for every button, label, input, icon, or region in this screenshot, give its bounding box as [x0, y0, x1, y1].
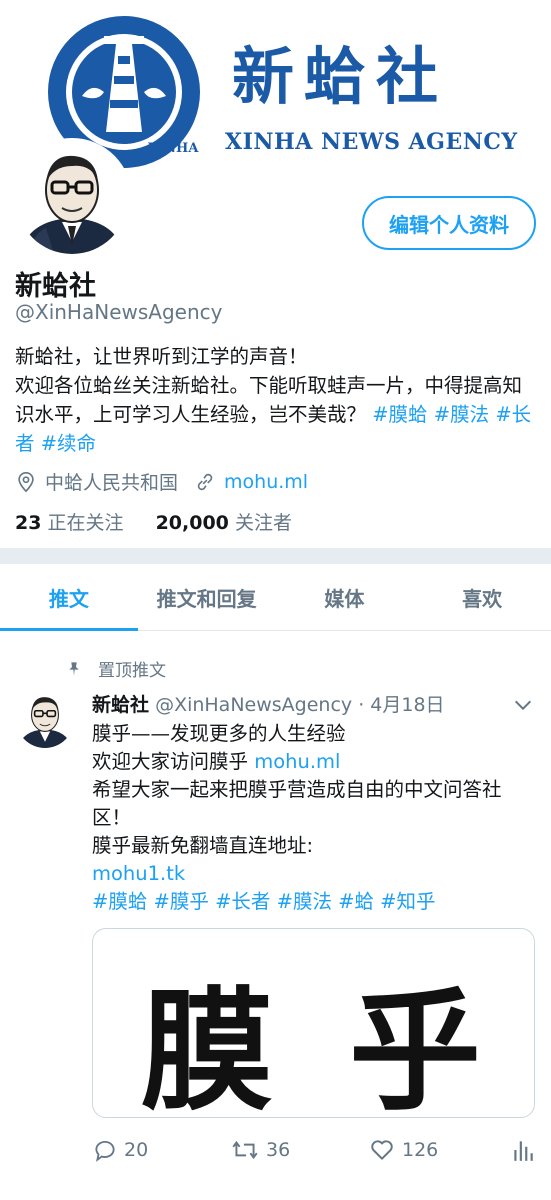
tweet-line-1: 膜乎——发现更多的人生经验: [92, 722, 346, 745]
tweet-line-4: 膜乎最新免翻墙直连地址:: [92, 834, 314, 857]
profile-name: 新蛤社: [15, 271, 96, 302]
bio-line-1: 新蛤社，让世界听到江学的声音！: [15, 345, 308, 368]
profile-bio: 新蛤社，让世界听到江学的声音！ 欢迎各位蛤丝关注新蛤社。下能听取蛙声一片，中得提…: [15, 342, 540, 458]
profile-handle: @XinHaNewsAgency: [15, 300, 223, 324]
followers-label: 关注者: [234, 512, 292, 534]
bio-hashtag[interactable]: #膜蛤: [372, 403, 427, 426]
avatar-portrait-icon: [16, 690, 74, 748]
following-label: 正在关注: [47, 512, 124, 534]
analytics-button[interactable]: [512, 1134, 534, 1166]
tweet-link-mohu1[interactable]: mohu1.tk: [92, 860, 532, 888]
link-icon: [197, 473, 213, 490]
card-calligraphy-char-1: 膜: [141, 974, 273, 1118]
analytics-icon: [514, 1141, 533, 1161]
pinned-label: 置顶推文: [98, 661, 166, 681]
follow-stats: 23 正在关注 20,000 关注者: [15, 508, 292, 535]
like-button[interactable]: 126: [368, 1134, 438, 1166]
retweet-icon: [232, 1140, 258, 1160]
section-divider: [0, 548, 551, 564]
tweet-line-2: 欢迎大家访问膜乎 mohu.ml: [92, 748, 532, 776]
following-stat[interactable]: 23 正在关注: [15, 512, 124, 534]
following-count: 23: [15, 512, 42, 534]
bio-hashtag[interactable]: #续命: [41, 432, 96, 455]
location-text: 中蛤人民共和国: [45, 472, 179, 494]
tweet-link-mohu[interactable]: mohu.ml: [254, 750, 340, 773]
retweet-button[interactable]: 36: [230, 1134, 290, 1166]
tab-tweets[interactable]: 推文: [0, 564, 138, 631]
website-link[interactable]: mohu.ml: [224, 471, 308, 493]
edit-profile-button[interactable]: 编辑个人资料: [362, 196, 536, 250]
bio-hashtag[interactable]: #膜法: [434, 403, 489, 426]
banner-subtitle: XINHA NEWS AGENCY: [225, 129, 518, 155]
location-pin-icon: [18, 471, 34, 492]
reply-button[interactable]: 20: [92, 1134, 148, 1166]
tweet-line-2-text: 欢迎大家访问膜乎: [92, 750, 255, 773]
pin-icon: [69, 661, 79, 676]
retweet-count: 36: [266, 1139, 291, 1161]
profile-tabs: 推文 推文和回复 媒体 喜欢: [0, 564, 551, 631]
tweet-image-card[interactable]: 膜 乎: [92, 928, 535, 1118]
profile-meta: 中蛤人民共和国 mohu.ml: [15, 468, 308, 495]
reply-icon: [95, 1140, 115, 1162]
tweet-header: 新蛤社 @XinHaNewsAgency · 4月18日: [92, 690, 445, 717]
tweet-date[interactable]: 4月18日: [370, 694, 444, 716]
reply-count: 20: [124, 1139, 149, 1161]
tweet-author-name[interactable]: 新蛤社: [92, 694, 149, 716]
tweet-line-3: 希望大家一起来把膜乎营造成自由的中文问答社区！: [92, 778, 502, 829]
tweet-separator: ·: [358, 694, 365, 716]
tweet-body: 膜乎——发现更多的人生经验 欢迎大家访问膜乎 mohu.ml 希望大家一起来把膜…: [92, 720, 532, 916]
chevron-down-icon[interactable]: [512, 694, 534, 716]
tab-likes[interactable]: 喜欢: [413, 564, 551, 630]
tweet-avatar[interactable]: [16, 690, 74, 748]
tab-tweets-and-replies[interactable]: 推文和回复: [138, 564, 276, 630]
seal-text: XINHA: [148, 141, 199, 156]
followers-stat[interactable]: 20,000 关注者: [156, 512, 292, 534]
followers-count: 20,000: [155, 512, 229, 534]
tweet-actions: 20 36 126: [92, 1134, 542, 1166]
like-count: 126: [402, 1139, 439, 1161]
pinned-indicator: 置顶推文: [66, 656, 166, 681]
tweet-author-handle[interactable]: @XinHaNewsAgency: [155, 694, 352, 716]
tweet-hashtags[interactable]: #膜蛤 #膜乎 #长者 #膜法 #蛤 #知乎: [92, 888, 532, 916]
card-calligraphy-char-2: 乎: [349, 974, 481, 1118]
avatar-portrait-icon: [16, 142, 128, 254]
heart-icon: [371, 1140, 393, 1160]
banner-title: 新蛤社: [232, 40, 449, 113]
profile-avatar[interactable]: [12, 138, 132, 258]
tab-media[interactable]: 媒体: [276, 564, 414, 630]
